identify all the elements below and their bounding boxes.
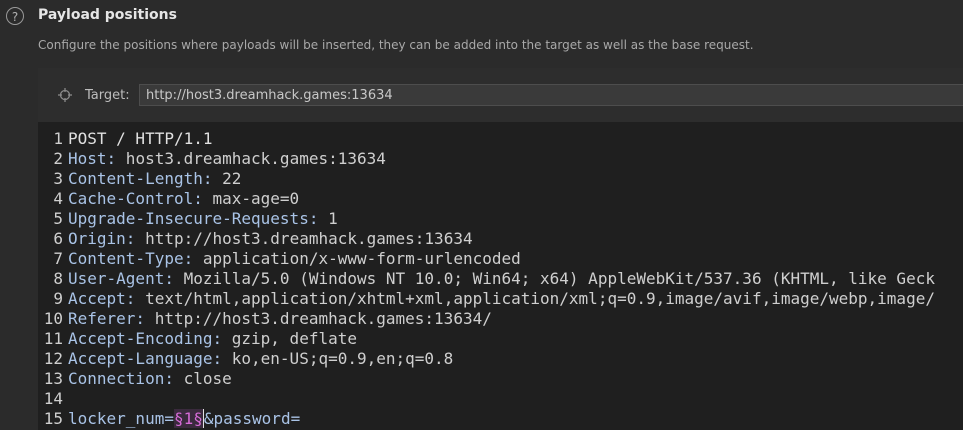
request-line-content: Upgrade-Insecure-Requests: 1 [68,209,338,229]
request-line-content: Accept: text/html,application/xhtml+xml,… [68,289,935,309]
line-number: 8 [53,269,63,288]
line-number: 10 [43,309,63,328]
header-name: User-Agent: [68,269,174,288]
header-value: Mozilla/5.0 (Windows NT 10.0; Win64; x64… [173,269,935,288]
header-value: gzip, deflate [222,329,357,348]
page-title: Payload positions [38,7,177,23]
header-name: Upgrade-Insecure-Requests: [68,209,319,228]
header-value: 22 [212,169,242,188]
header-value: host3.dreamhack.games:13634 [116,149,386,168]
header-value: http://host3.dreamhack.games:13634/ [145,309,492,328]
header-name: Content-Type: [68,249,194,268]
target-bar: Target: http://host3.dreamhack.games:136… [38,68,963,122]
header-name: Accept: [68,289,136,308]
request-line-content: POST / HTTP/1.1 [68,129,213,149]
header-name: Cache-Control: [68,189,203,208]
request-line-content: Cache-Control: max-age=0 [68,189,299,209]
header-name: Host: [68,149,117,168]
line-number: 14 [43,389,63,408]
header-name: Content-Length: [68,169,213,188]
header-value: application/x-www-form-urlencoded [193,249,521,268]
line-number: 9 [53,289,63,308]
header-name: Connection: [68,369,174,388]
page-description: Configure the positions where payloads w… [38,38,754,52]
header-value: max-age=0 [202,189,300,208]
line-number: 4 [53,189,63,208]
line-number: 2 [53,149,63,168]
crosshair-icon[interactable] [58,88,72,102]
header-name: Origin: [68,229,136,248]
line-number: 13 [43,369,63,388]
request-line-content: Content-Length: 22 [68,169,241,189]
body-content: locker_num=§1§&password= [68,409,301,429]
request-line-content: Host: host3.dreamhack.games:13634 [68,149,386,169]
request-line-content: Connection: close [68,369,232,389]
header-value: 1 [318,209,338,228]
line-number: 15 [43,409,63,428]
line-number: 12 [43,349,63,368]
request-line-content: User-Agent: Mozilla/5.0 (Windows NT 10.0… [68,269,935,289]
payload-marker[interactable]: §1§ [173,409,203,428]
header-value: text/html,application/xhtml+xml,applicat… [135,289,935,308]
request-editor[interactable]: 15 locker_num=§1§&password= 1 POST / HTTP/… [38,122,963,430]
request-line-content: Content-Type: application/x-www-form-url… [68,249,521,269]
header-name: Accept-Language: [68,349,223,368]
header-name: Accept-Encoding: [68,329,223,348]
target-url-input[interactable]: http://host3.dreamhack.games:13634 [139,84,963,106]
line-number: 5 [53,209,63,228]
target-label: Target: [85,88,130,103]
help-icon[interactable]: ? [6,7,24,25]
request-line-content: Origin: http://host3.dreamhack.games:136… [68,229,473,249]
header-value: http://host3.dreamhack.games:13634 [135,229,473,248]
line-number: 7 [53,249,63,268]
param-password: &password= [202,409,301,428]
param-locker-num: locker_num= [68,409,174,428]
payload-positions-panel: Target: http://host3.dreamhack.games:136… [38,68,963,430]
request-line-content: Accept-Language: ko,en-US;q=0.9,en;q=0.8 [68,349,453,369]
request-line-content: Referer: http://host3.dreamhack.games:13… [68,309,492,329]
line-number: 11 [43,329,63,348]
line-number: 6 [53,229,63,248]
line-number: 3 [53,169,63,188]
header-name: POST / HTTP/1.1 [68,129,213,148]
header-name: Referer: [68,309,146,328]
request-line-content: Accept-Encoding: gzip, deflate [68,329,357,349]
line-number: 1 [53,129,63,148]
header-value: close [173,369,232,388]
header-value: ko,en-US;q=0.9,en;q=0.8 [222,349,454,368]
